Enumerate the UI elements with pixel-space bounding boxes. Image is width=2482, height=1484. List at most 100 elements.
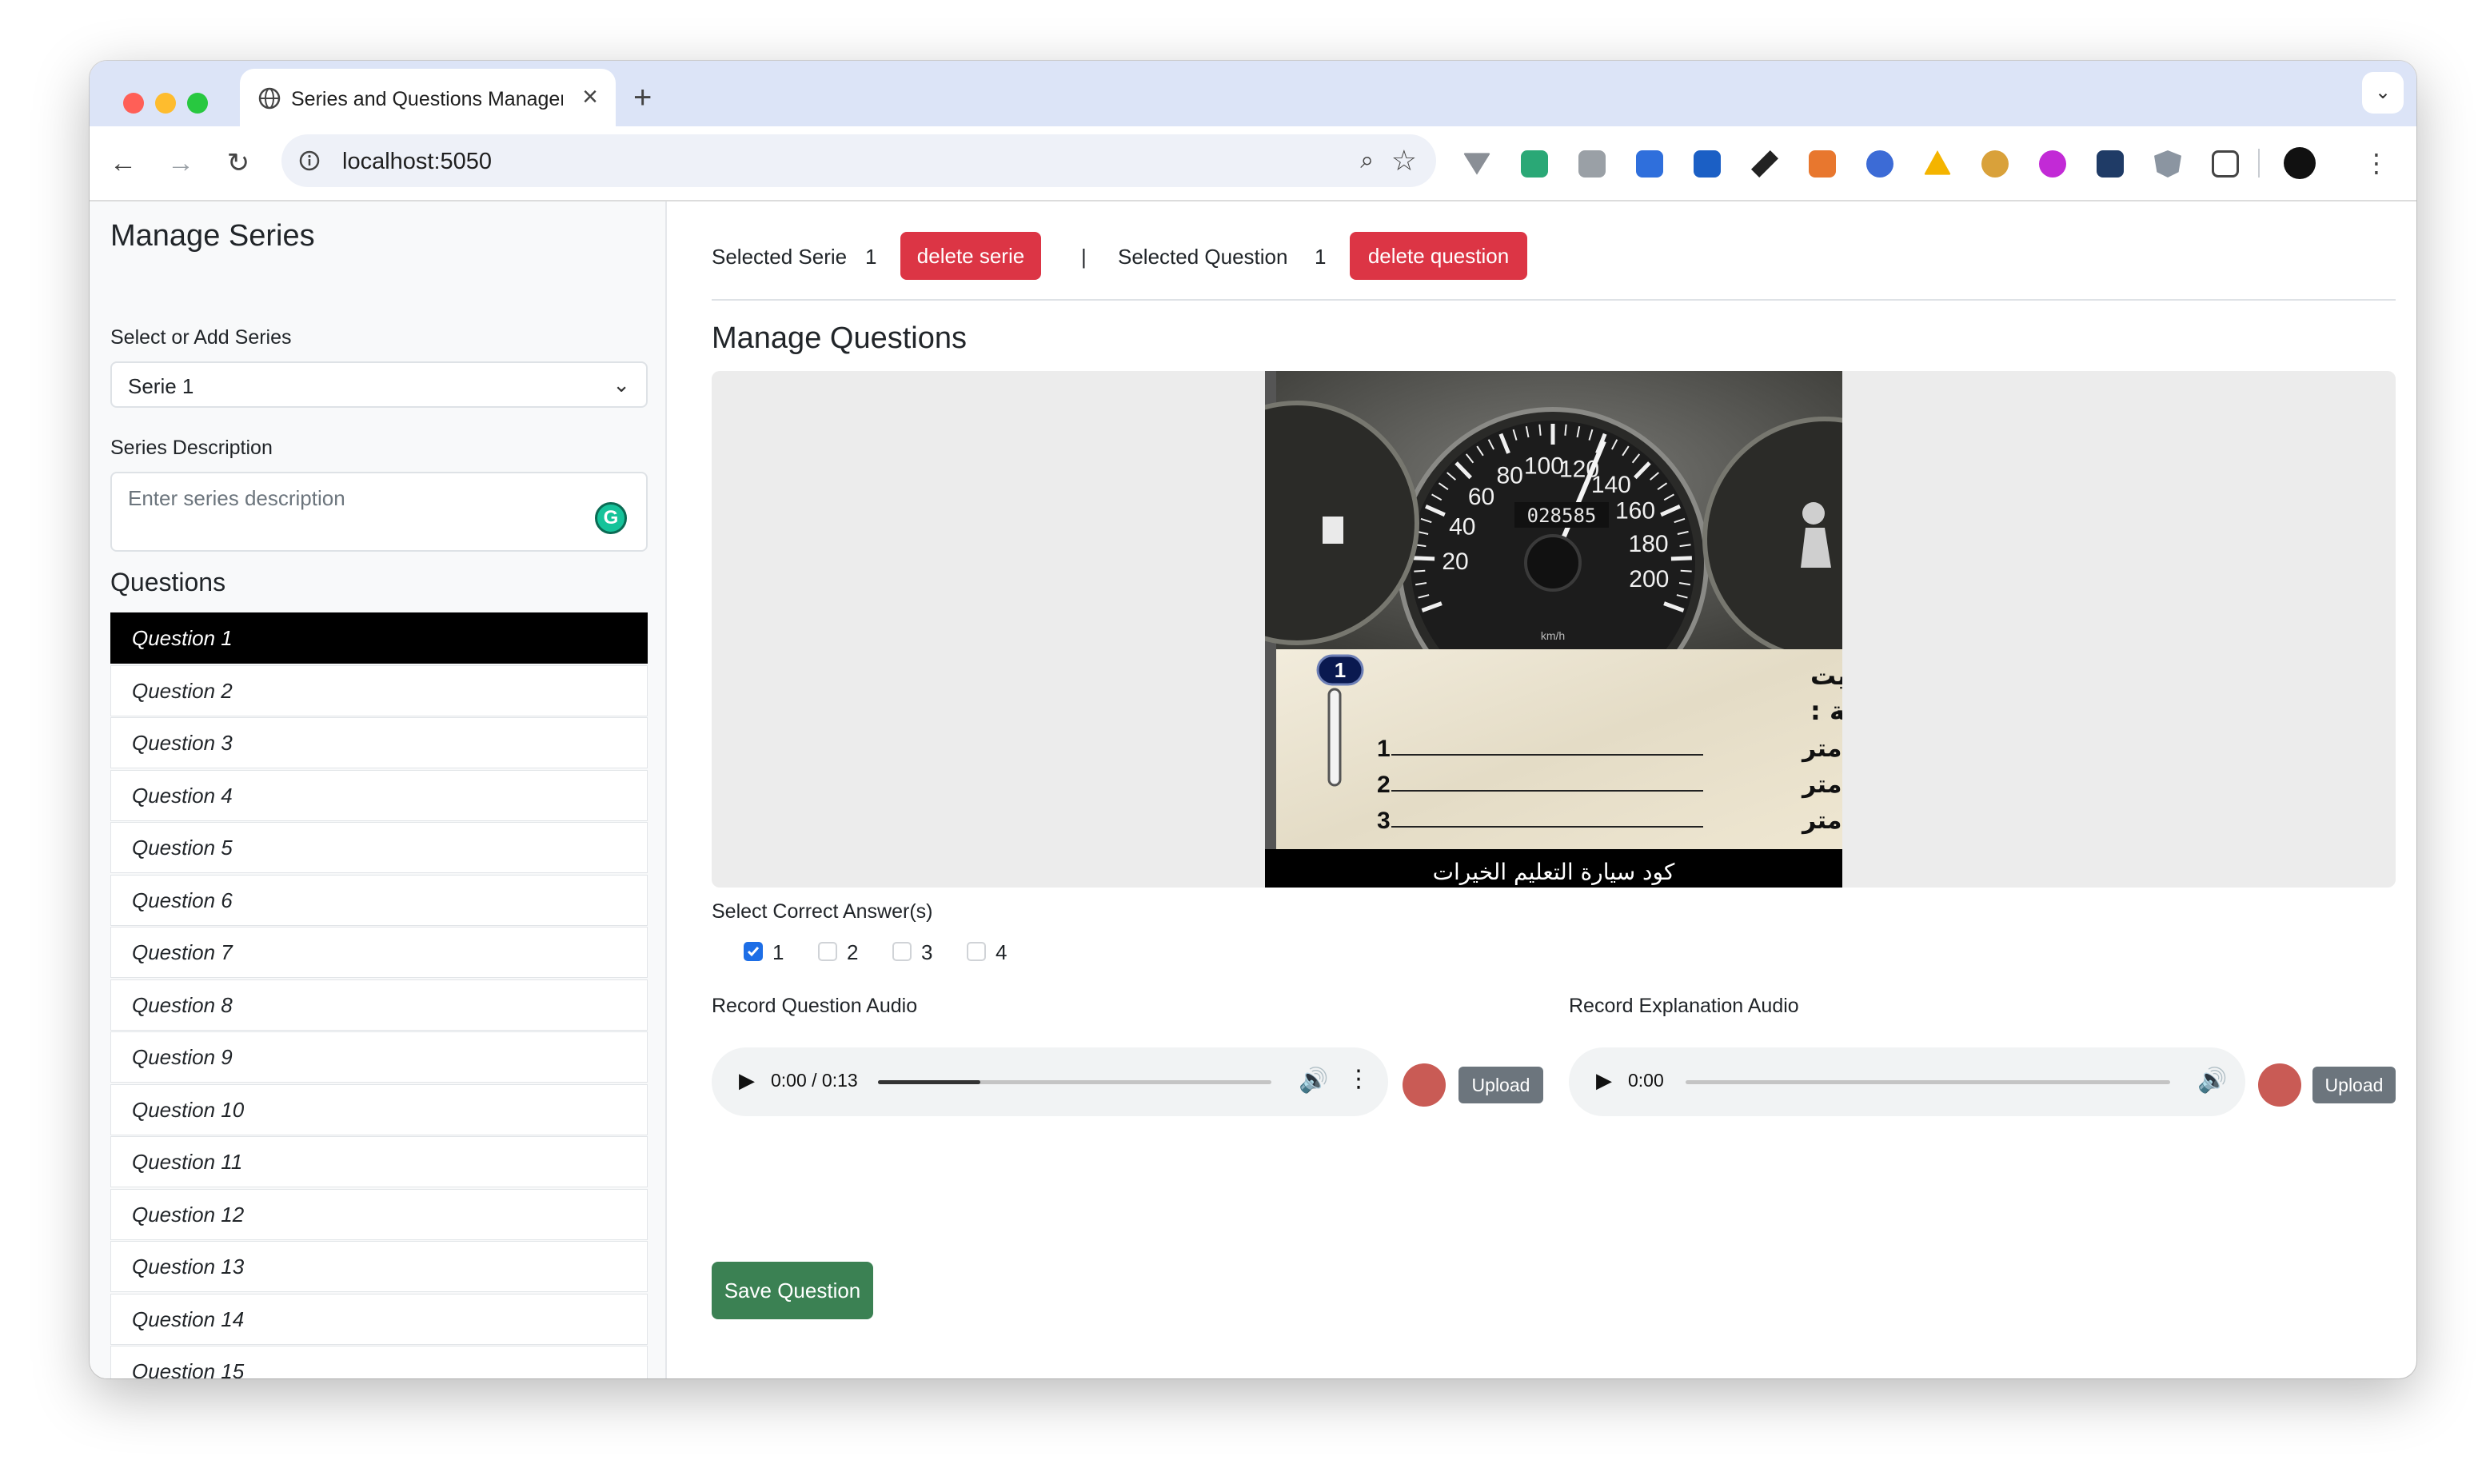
more-icon[interactable]: ⋮ (1347, 1065, 1371, 1093)
series-select[interactable]: Serie 1 ⌄ (110, 361, 648, 408)
question-list-item[interactable]: Question 1 (110, 612, 648, 664)
question-image-area: 20 40 60 80 100 120 140 160 180 200 028585 km/h (712, 371, 2396, 888)
answer-checkbox[interactable] (818, 942, 837, 961)
star-icon[interactable]: ☆ (1391, 144, 1417, 178)
address-bar[interactable]: localhost:5050 ⌕ ☆ (281, 134, 1436, 187)
question-list-item[interactable]: Question 13 (110, 1241, 648, 1292)
question-list-item[interactable]: Question 15 (110, 1346, 648, 1378)
question-list-item[interactable]: Question 2 (110, 664, 648, 716)
extensions-icon[interactable] (2212, 150, 2239, 178)
question-list-item[interactable]: Question 8 (110, 979, 648, 1031)
answer-checkbox-label: 2 (847, 940, 859, 964)
reload-icon[interactable]: ↻ (222, 147, 254, 179)
globe-icon (258, 87, 281, 110)
answer-checkbox-label: 4 (996, 940, 1008, 964)
answer-checkbox[interactable] (744, 942, 763, 961)
divider (712, 299, 2396, 301)
browser-window: Series and Questions Management × + ⌄ ← … (90, 61, 2416, 1378)
question-audio-progress[interactable] (878, 1080, 1271, 1084)
metamask-extension-icon[interactable] (1809, 150, 1836, 178)
image-caption: كود سيارة التعليم الخيرات (1433, 859, 1675, 885)
play-icon[interactable]: ▶ (1596, 1068, 1612, 1093)
chevron-down-icon: ⌄ (613, 373, 630, 397)
volume-icon[interactable]: 🔊 (1299, 1067, 1328, 1095)
upload-explanation-audio-button[interactable]: Upload (2312, 1067, 2396, 1103)
site-info-icon[interactable] (299, 150, 320, 171)
browser-tab[interactable]: Series and Questions Management × (240, 69, 616, 126)
question-audio-player[interactable]: ▶ 0:00 / 0:13 🔊 ⋮ (712, 1047, 1388, 1116)
upload-question-audio-button[interactable]: Upload (1458, 1067, 1543, 1103)
record-question-button[interactable] (1403, 1063, 1446, 1107)
avatar[interactable] (2284, 147, 2316, 179)
questions-list: Question 1 Question 2 Question 3 Question 4… (110, 612, 648, 1378)
search-extension-icon[interactable] (2097, 150, 2124, 178)
tab-strip: Series and Questions Management × + ⌄ (90, 61, 2416, 126)
questions-title: Questions (110, 568, 226, 596)
delete-question-button[interactable]: delete question (1350, 232, 1527, 280)
vuetify-extension-icon[interactable] (1463, 153, 1490, 175)
globe-extension-icon[interactable] (1866, 150, 1893, 178)
question-list-item[interactable]: Question 7 (110, 927, 648, 978)
question-list-item[interactable]: Question 11 (110, 1136, 648, 1187)
series-description-label: Series Description (110, 437, 273, 459)
selected-serie-value: 1 (865, 245, 877, 269)
question-list-item[interactable]: Question 12 (110, 1188, 648, 1240)
close-icon[interactable]: × (582, 83, 598, 110)
record-extension-icon[interactable] (1636, 150, 1663, 178)
gauge-tick (1414, 556, 1435, 561)
answer-checkbox[interactable] (967, 942, 986, 961)
image-option-number: 1 (1377, 736, 1391, 762)
forward-icon[interactable]: → (165, 147, 197, 179)
plus-icon[interactable]: + (633, 82, 652, 114)
series-select-label: Select or Add Series (110, 326, 292, 349)
speed-unit: km/h (1541, 629, 1565, 642)
shield-extension-icon[interactable] (2154, 150, 2181, 178)
delete-serie-button[interactable]: delete serie (900, 232, 1041, 280)
main-panel: Selected Serie 1 delete serie | Selected… (681, 201, 2416, 1378)
zoom-window-button[interactable] (187, 93, 208, 114)
question-list-item[interactable]: Question 6 (110, 874, 648, 926)
question-list-item[interactable]: Question 3 (110, 717, 648, 768)
question-audio-label: Record Question Audio (712, 995, 918, 1017)
question-list-item[interactable]: Question 10 (110, 1083, 648, 1135)
screenshot-extension-icon[interactable] (1694, 150, 1721, 178)
gauge-tick (1414, 569, 1426, 572)
question-list-item[interactable]: Question 4 (110, 769, 648, 821)
back-icon[interactable]: ← (107, 147, 139, 179)
minimize-window-button[interactable] (155, 93, 176, 114)
zoom-icon[interactable]: ⌕ (1360, 147, 1374, 174)
sidebar: Manage Series Select or Add Series Serie… (90, 201, 667, 1378)
explanation-audio-progress[interactable] (1686, 1080, 2170, 1084)
drive-extension-icon[interactable] (1924, 150, 1951, 175)
gauge-label: 180 (1629, 531, 1669, 557)
swirl-extension-icon[interactable] (2039, 150, 2066, 178)
chevron-down-icon[interactable]: ⌄ (2362, 72, 2404, 114)
record-explanation-button[interactable] (2258, 1063, 2301, 1107)
question-list-item[interactable]: Question 9 (110, 1031, 648, 1083)
answer-checkbox-label: 3 (921, 940, 933, 964)
gauge-label: 40 (1449, 513, 1475, 540)
gauge-label: 60 (1468, 484, 1494, 510)
manage-questions-title: Manage Questions (712, 321, 967, 355)
t-extension-icon[interactable] (1981, 150, 2009, 178)
save-question-button[interactable]: Save Question (712, 1262, 873, 1319)
series-description-input[interactable]: Enter series description G (110, 472, 648, 552)
camera-extension-icon[interactable] (1578, 150, 1606, 178)
answer-checkbox[interactable] (892, 942, 912, 961)
more-icon[interactable]: ⋮ (2360, 147, 2392, 179)
explanation-audio-player[interactable]: ▶ 0:00 🔊 (1569, 1047, 2245, 1116)
volume-icon[interactable]: 🔊 (2197, 1067, 2227, 1095)
selected-question-label: Selected Question (1118, 245, 1288, 269)
close-window-button[interactable] (123, 93, 144, 114)
gauge-label: 20 (1442, 549, 1468, 575)
grammarly-icon[interactable]: G (595, 502, 627, 534)
question-audio-time: 0:00 / 0:13 (771, 1070, 858, 1091)
gauge-tick (1564, 424, 1567, 436)
url-text: localhost:5050 (342, 149, 493, 174)
question-list-item[interactable]: Question 14 (110, 1293, 648, 1345)
question-list-item[interactable]: Question 5 (110, 822, 648, 873)
play-icon[interactable]: ▶ (739, 1068, 755, 1093)
green-extension-icon[interactable] (1521, 150, 1548, 178)
question-line-2: نوقف، غادي نْحتاج تقريبا لمسافة : (1810, 696, 1842, 726)
color-picker-extension-icon[interactable] (1751, 150, 1778, 178)
